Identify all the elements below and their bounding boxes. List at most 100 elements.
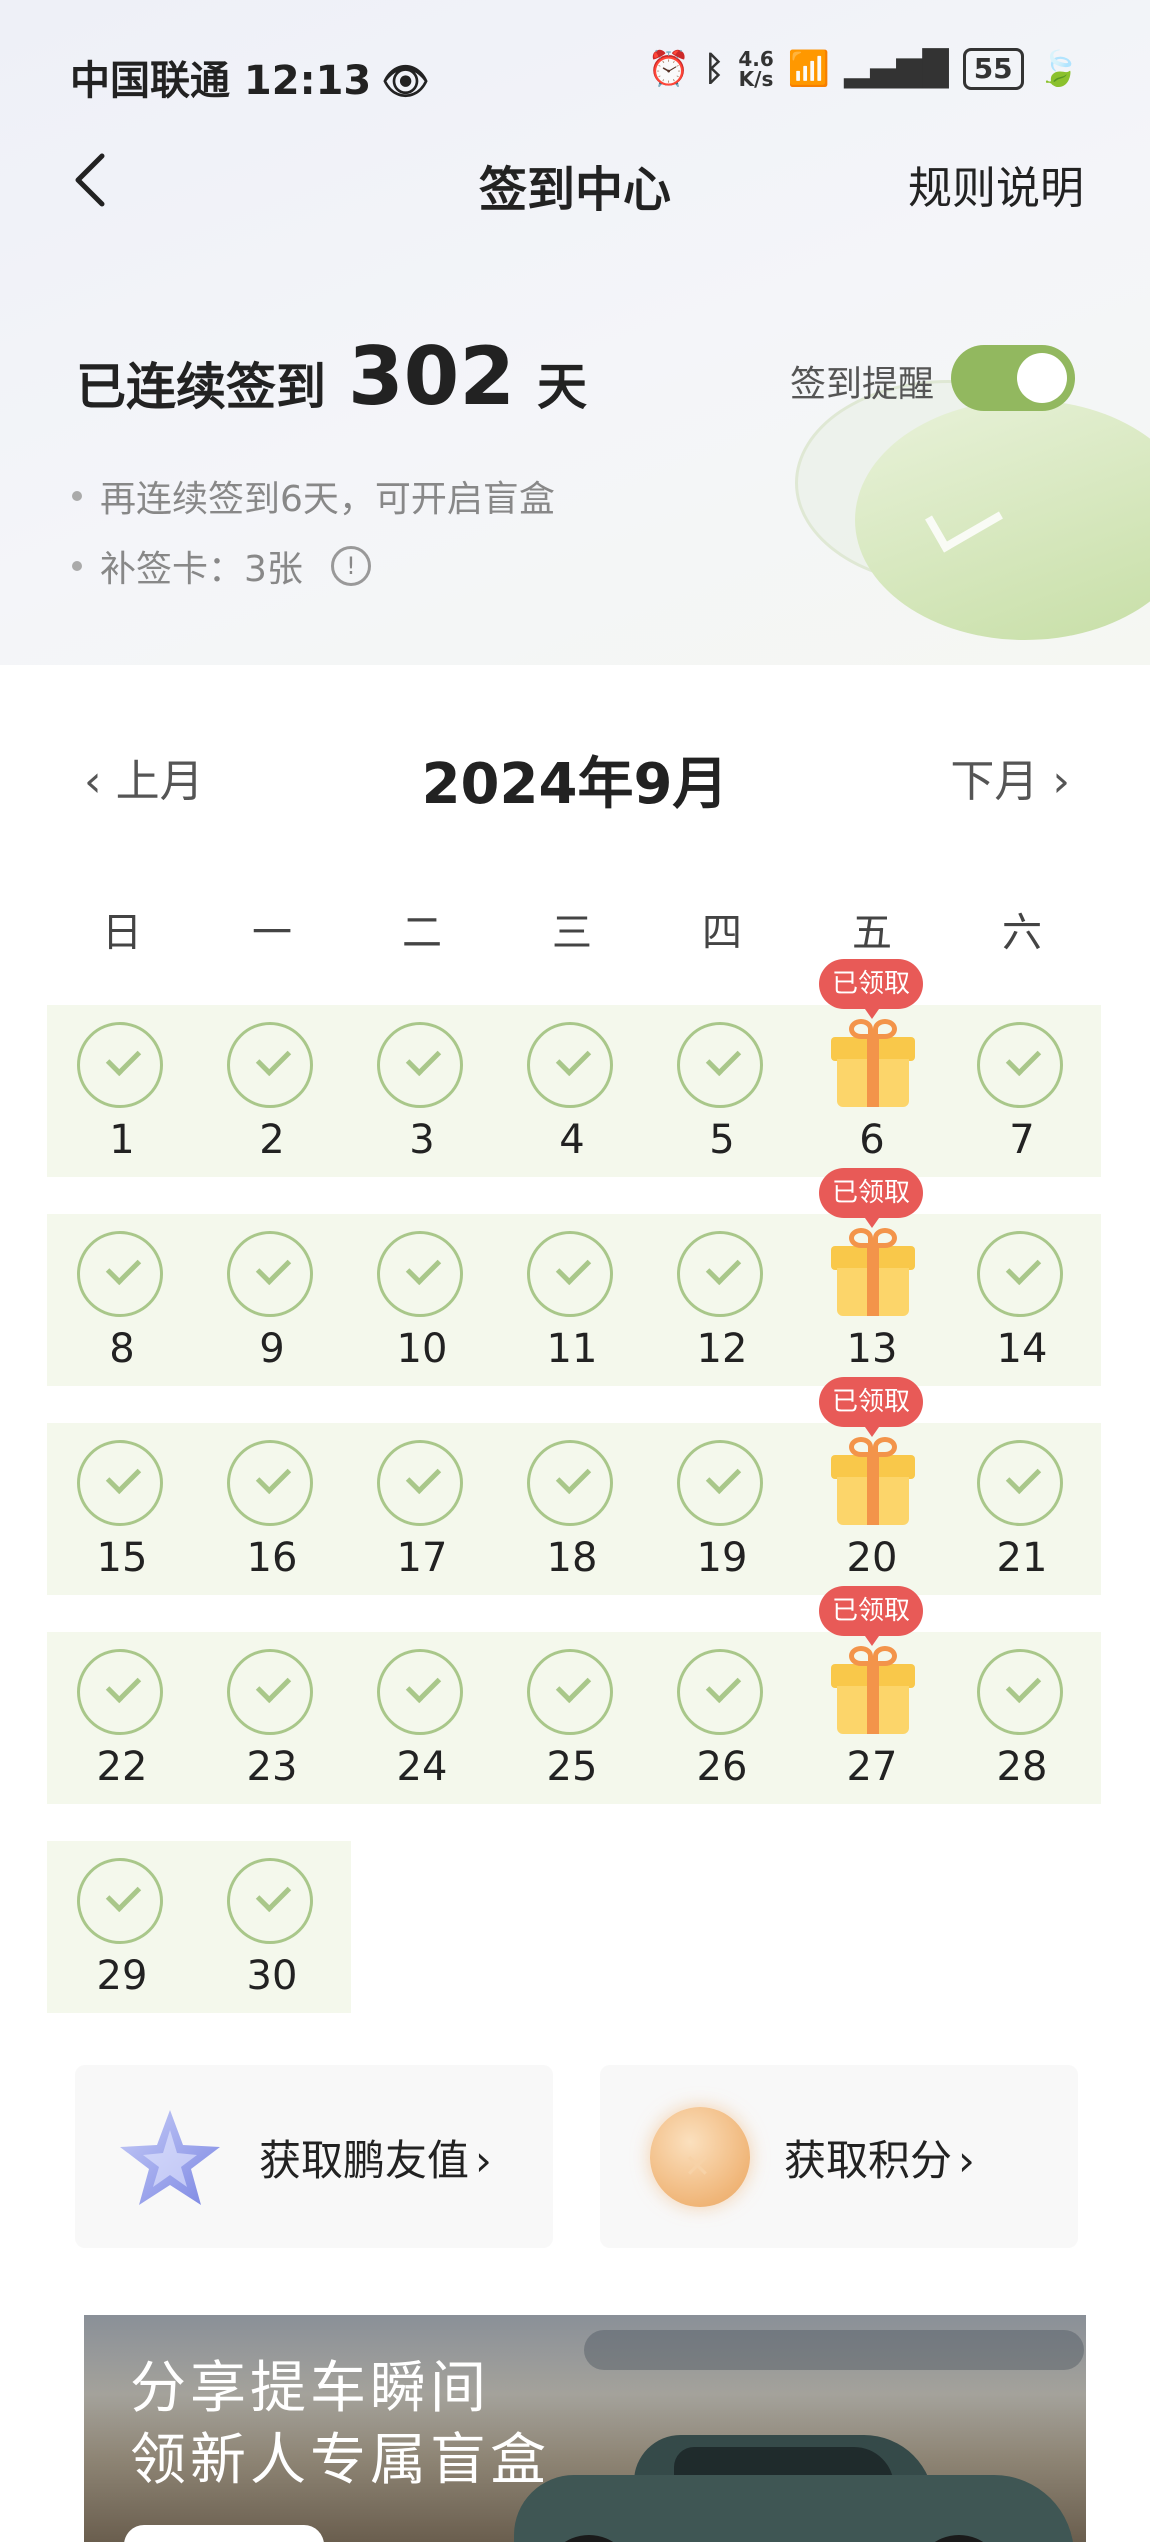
check-circle-icon xyxy=(527,1231,613,1317)
check-circle-icon xyxy=(227,1440,313,1526)
weekday-fri: 五 xyxy=(852,910,892,956)
check-circle-icon xyxy=(377,1440,463,1526)
status-bar-right: ⏰ ᛒ 4.6 K/s 📶 ▂▄▆█ 55 🍃 xyxy=(648,48,1080,90)
calendar-day[interactable]: 12 xyxy=(647,1214,797,1394)
bluetooth-icon: ᛒ xyxy=(703,49,725,89)
day-number: 17 xyxy=(396,1535,448,1581)
streak-suffix: 天 xyxy=(537,358,587,416)
calendar-day[interactable]: 已领取 27 xyxy=(797,1586,947,1812)
coin-mark-icon: ✕ xyxy=(684,2147,711,2185)
calendar-day[interactable]: 22 xyxy=(47,1632,197,1812)
day-number: 24 xyxy=(396,1744,448,1790)
calendar-day[interactable]: 4 xyxy=(497,1005,647,1185)
check-circle-icon xyxy=(77,1440,163,1526)
calendar-day[interactable]: 21 xyxy=(947,1423,1097,1603)
calendar-day[interactable]: 23 xyxy=(197,1632,347,1812)
car-image xyxy=(514,2425,1074,2542)
calendar-day[interactable]: 18 xyxy=(497,1423,647,1603)
calendar-day[interactable]: 10 xyxy=(347,1214,497,1394)
calendar-day[interactable]: 25 xyxy=(497,1632,647,1812)
check-circle-icon xyxy=(527,1440,613,1526)
reminder-toggle[interactable] xyxy=(951,345,1075,411)
get-points-label: 获取积分 › xyxy=(784,2127,975,2188)
banner-cloud xyxy=(584,2330,1084,2370)
tip-blind-box-text: 再连续签到6天，可开启盲盒 xyxy=(100,479,555,520)
tip-makeup-card-text: 补签卡：3张 xyxy=(100,549,303,590)
toggle-knob xyxy=(1017,353,1067,403)
check-circle-icon xyxy=(677,1440,763,1526)
calendar-day[interactable]: 24 xyxy=(347,1632,497,1812)
check-circle-icon xyxy=(227,1858,313,1944)
calendar-day[interactable]: 7 xyxy=(947,1005,1097,1185)
chevron-right-icon: › xyxy=(958,2136,975,2185)
banner-button[interactable] xyxy=(124,2525,324,2542)
coin-icon: ✕ xyxy=(650,2107,750,2207)
calendar-day[interactable]: 1 xyxy=(47,1005,197,1185)
day-number: 23 xyxy=(246,1744,298,1790)
calendar-day[interactable]: 26 xyxy=(647,1632,797,1812)
check-circle-icon xyxy=(677,1231,763,1317)
gift-icon xyxy=(831,1437,915,1527)
get-friend-points-label: 获取鹏友值 › xyxy=(259,2127,492,2188)
calendar-day[interactable]: 15 xyxy=(47,1423,197,1603)
calendar-day[interactable]: 8 xyxy=(47,1214,197,1394)
check-circle-icon xyxy=(377,1022,463,1108)
day-number: 22 xyxy=(96,1744,148,1790)
calendar-day[interactable]: 已领取 6 xyxy=(797,959,947,1185)
check-circle-icon xyxy=(77,1649,163,1735)
day-number: 27 xyxy=(846,1744,898,1790)
tip-blind-box: 再连续签到6天，可开启盲盒 xyxy=(72,470,555,522)
info-icon[interactable]: ! xyxy=(330,546,371,586)
check-circle-icon xyxy=(77,1231,163,1317)
check-circle-icon xyxy=(377,1231,463,1317)
promo-banner[interactable]: 分享提车瞬间 领新人专属盲盒 xyxy=(84,2315,1086,2542)
day-number: 12 xyxy=(696,1326,748,1372)
gift-icon xyxy=(831,1228,915,1318)
calendar-day[interactable]: 2 xyxy=(197,1005,347,1185)
car-body xyxy=(514,2475,1074,2542)
next-month-label: 下月 xyxy=(950,756,1039,807)
day-number: 18 xyxy=(546,1535,598,1581)
calendar-day[interactable]: 17 xyxy=(347,1423,497,1603)
gift-icon xyxy=(831,1646,915,1736)
calendar-day[interactable]: 已领取 20 xyxy=(797,1377,947,1603)
day-number: 20 xyxy=(846,1535,898,1581)
weekday-header: 日 一 二 三 四 五 六 xyxy=(47,900,1097,958)
day-number: 2 xyxy=(259,1117,285,1163)
calendar-day[interactable]: 已领取 13 xyxy=(797,1168,947,1394)
day-number: 8 xyxy=(109,1326,135,1372)
streak-days: 302 xyxy=(348,330,515,423)
day-number: 29 xyxy=(96,1953,148,1999)
day-number: 9 xyxy=(259,1326,285,1372)
weekday-thu: 四 xyxy=(702,910,742,956)
calendar-day[interactable]: 14 xyxy=(947,1214,1097,1394)
rules-link[interactable]: 规则说明 xyxy=(908,152,1084,216)
reminder-label: 签到提醒 xyxy=(789,364,934,405)
status-bar-left: 中国联通 12:13 👁 xyxy=(70,48,430,106)
banner-line2: 领新人专属盲盒 xyxy=(130,2428,550,2493)
check-circle-icon xyxy=(77,1858,163,1944)
calendar-day[interactable]: 3 xyxy=(347,1005,497,1185)
day-number: 14 xyxy=(996,1326,1048,1372)
get-friend-points-card[interactable]: 获取鹏友值 › xyxy=(75,2065,553,2248)
day-number: 7 xyxy=(1009,1117,1035,1163)
day-number: 19 xyxy=(696,1535,748,1581)
weekday-wed: 三 xyxy=(552,910,592,956)
weekday-sun: 日 xyxy=(102,910,142,956)
claimed-badge: 已领取 xyxy=(819,959,923,1019)
streak-prefix: 已连续签到 xyxy=(76,358,326,416)
calendar-day[interactable]: 9 xyxy=(197,1214,347,1394)
calendar-day[interactable]: 11 xyxy=(497,1214,647,1394)
leaf-icon: 🍃 xyxy=(1037,49,1080,89)
calendar-day[interactable]: 29 xyxy=(47,1841,197,2021)
calendar-day[interactable]: 30 xyxy=(197,1841,347,2021)
calendar-day[interactable]: 28 xyxy=(947,1632,1097,1812)
next-month-button[interactable]: 下月 › xyxy=(950,745,1070,809)
get-points-card[interactable]: ✕ 获取积分 › xyxy=(600,2065,1078,2248)
calendar-day[interactable]: 19 xyxy=(647,1423,797,1603)
weekday-tue: 二 xyxy=(402,910,442,956)
calendar-day[interactable]: 16 xyxy=(197,1423,347,1603)
calendar-day[interactable]: 5 xyxy=(647,1005,797,1185)
check-circle-icon xyxy=(677,1649,763,1735)
weekday-mon: 一 xyxy=(252,910,292,956)
